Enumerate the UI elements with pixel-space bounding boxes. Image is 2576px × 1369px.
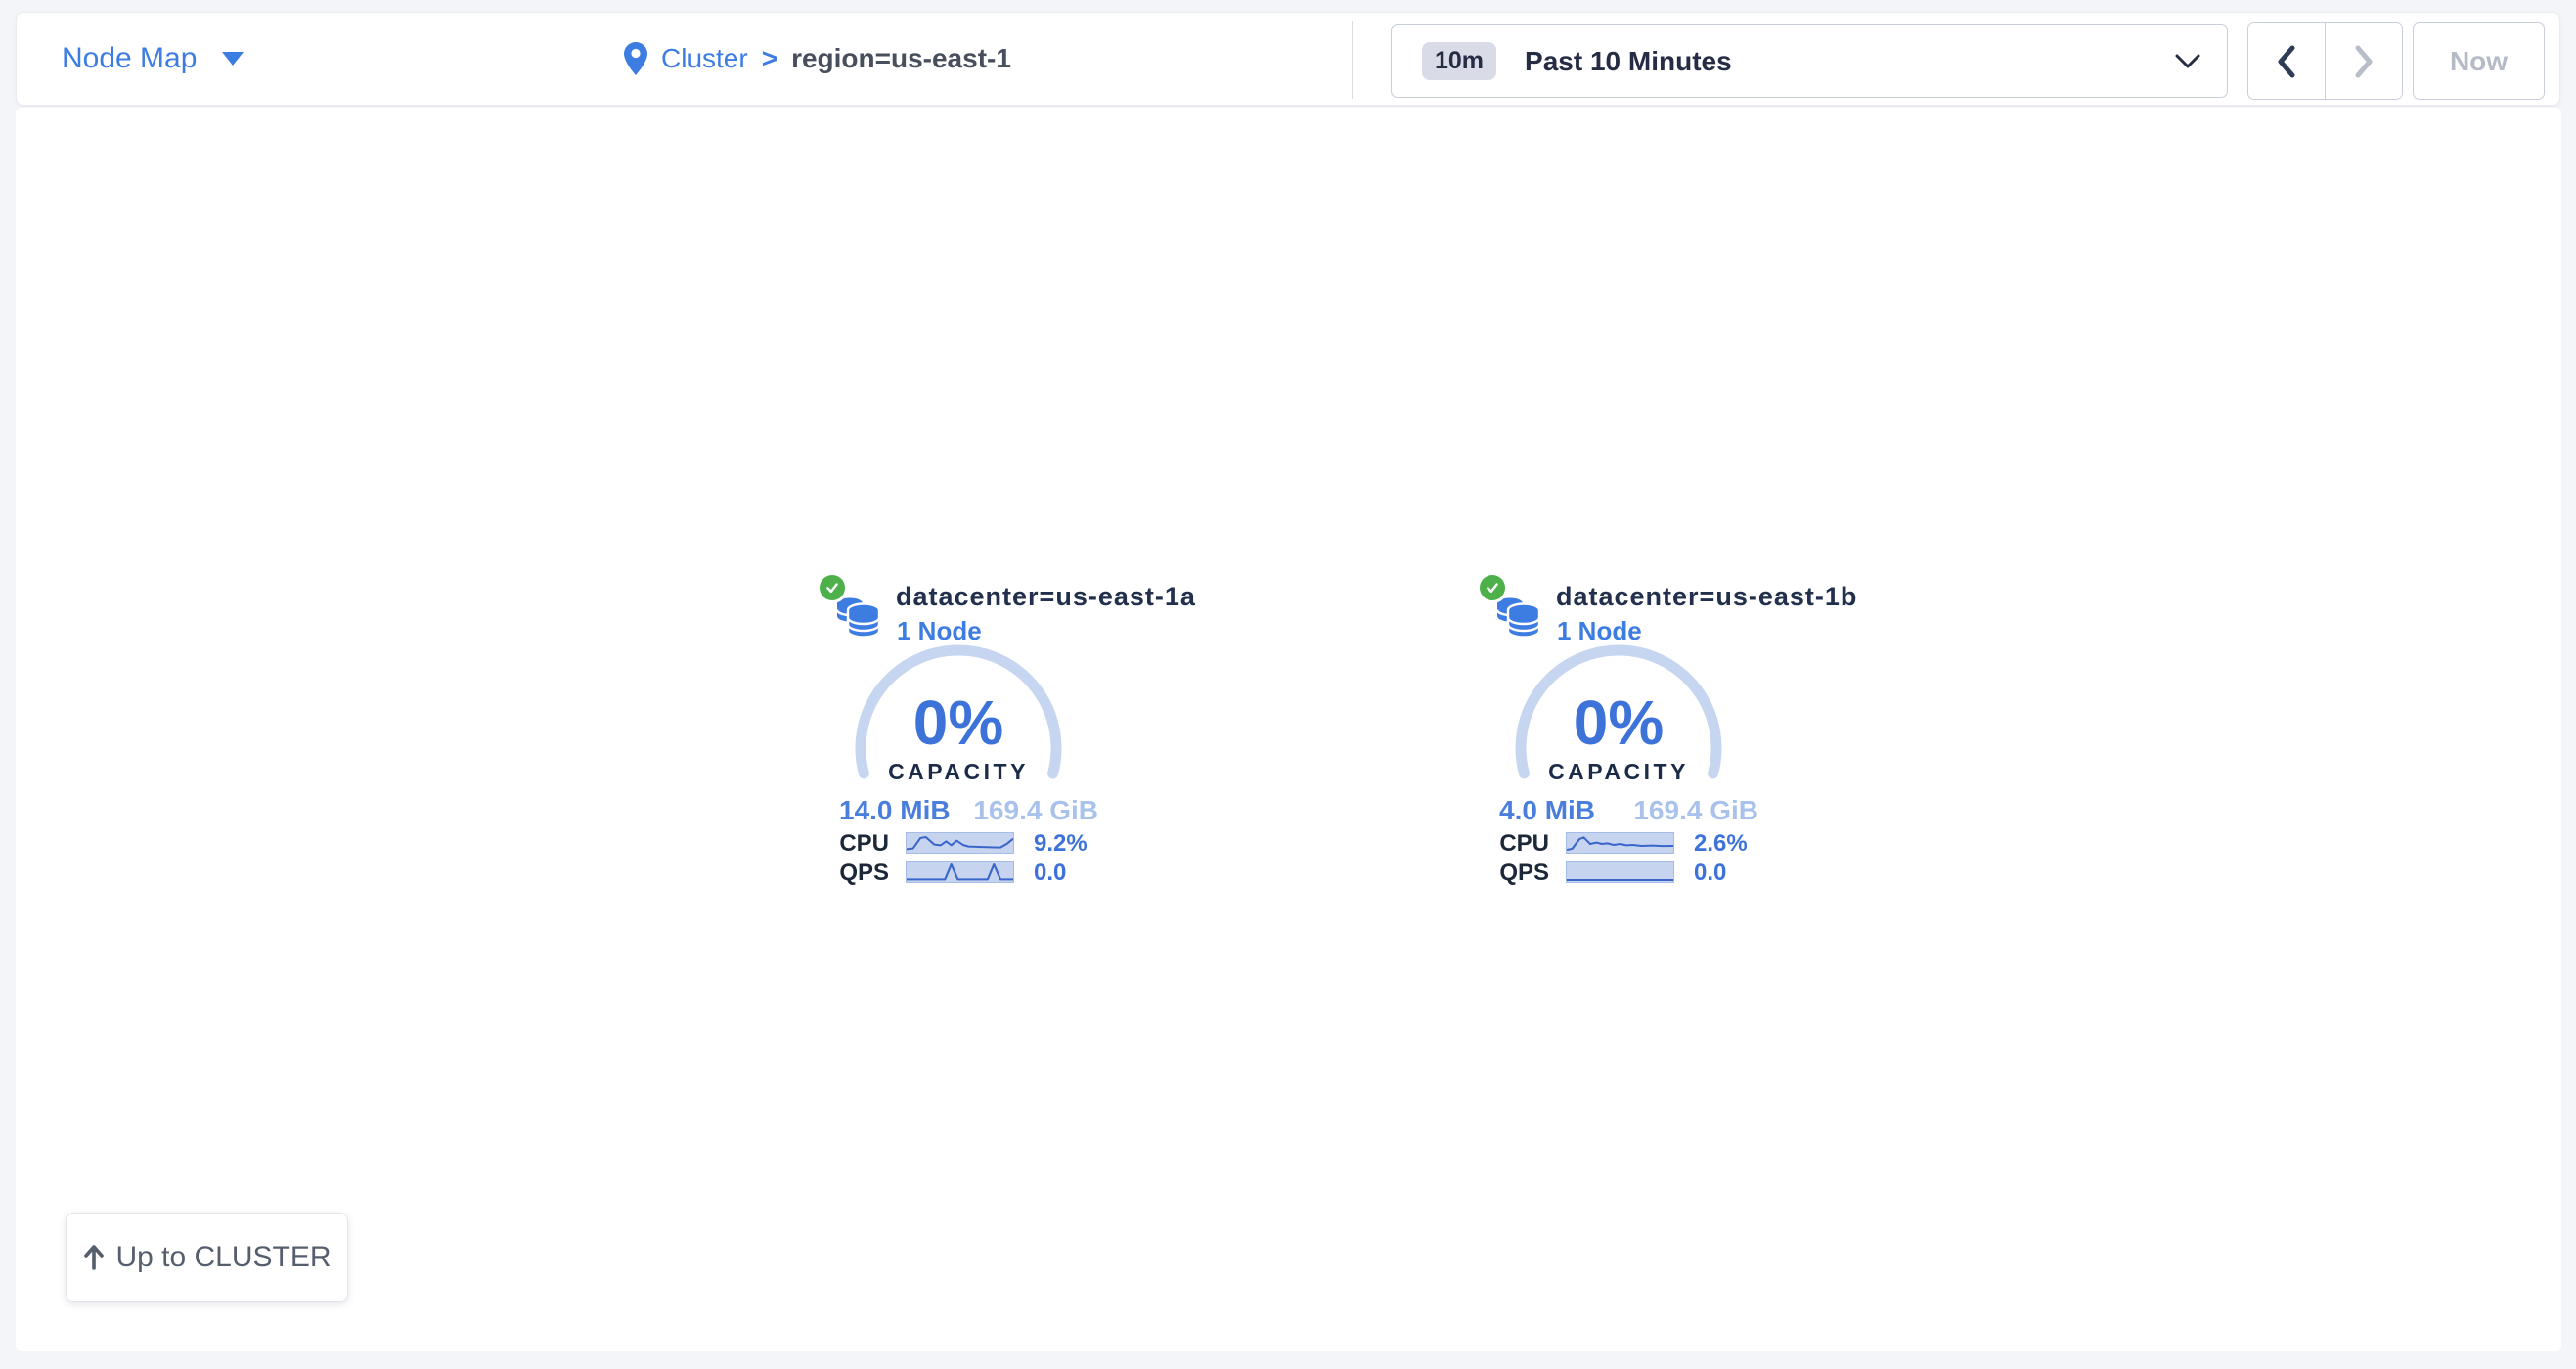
capacity-row: 14.0 MiB 169.4 GiB: [820, 795, 1103, 826]
chevron-left-icon: [2276, 45, 2297, 78]
cpu-metric-row: CPU 2.6%: [1480, 832, 1763, 856]
qps-sparkline: [906, 861, 1014, 883]
capacity-percent: 0%: [1511, 691, 1726, 754]
breadcrumb-cluster-link[interactable]: Cluster: [661, 43, 748, 74]
capacity-row: 4.0 MiB 169.4 GiB: [1480, 795, 1763, 826]
locality-name: datacenter=us-east-1b: [1556, 582, 1857, 612]
cpu-metric-row: CPU 9.2%: [820, 832, 1103, 856]
view-mode-label: Node Map: [62, 42, 197, 75]
time-prev-button[interactable]: [2248, 23, 2325, 99]
breadcrumb-separator: >: [762, 43, 777, 74]
capacity-total: 169.4 GiB: [1633, 795, 1758, 826]
arrow-up-icon: [82, 1244, 106, 1271]
cpu-value: 9.2%: [1034, 832, 1088, 856]
node-map-canvas: datacenter=us-east-1a 1 Node 0% CAPACITY…: [16, 108, 2561, 1351]
qps-metric-row: QPS 0.0: [820, 861, 1103, 885]
capacity-percent: 0%: [851, 691, 1066, 754]
node-map-screen: Node Map Cluster > region=us-east-1 10m …: [0, 0, 2576, 1369]
time-window-badge: 10m: [1422, 42, 1496, 80]
cpu-value: 2.6%: [1694, 832, 1748, 856]
capacity-caption: CAPACITY: [1511, 759, 1726, 785]
now-button[interactable]: Now: [2413, 22, 2545, 100]
chevron-right-icon: [2353, 45, 2375, 78]
location-pin-icon: [624, 42, 647, 75]
database-icon: [1496, 594, 1541, 639]
database-icon: [836, 594, 881, 639]
qps-value: 0.0: [1034, 861, 1066, 885]
healthy-status-icon: [820, 575, 845, 600]
locality-name: datacenter=us-east-1a: [896, 582, 1196, 612]
breadcrumb: Cluster > region=us-east-1: [624, 13, 1011, 105]
time-nav: [2247, 22, 2403, 100]
capacity-used: 4.0 MiB: [1499, 795, 1595, 826]
time-window-label: Past 10 Minutes: [1525, 46, 1732, 77]
cpu-label: CPU: [1480, 832, 1549, 856]
cpu-sparkline: [1566, 832, 1674, 854]
view-mode-dropdown[interactable]: Node Map: [62, 13, 244, 105]
cpu-sparkline: [906, 832, 1014, 854]
cpu-label: CPU: [820, 832, 889, 856]
locality-card-us-east-1b[interactable]: datacenter=us-east-1b 1 Node 0% CAPACITY…: [1480, 572, 1763, 900]
qps-sparkline: [1566, 861, 1674, 883]
capacity-used: 14.0 MiB: [839, 795, 951, 826]
time-next-button[interactable]: [2325, 23, 2402, 99]
capacity-caption: CAPACITY: [851, 759, 1066, 785]
locality-card-us-east-1a[interactable]: datacenter=us-east-1a 1 Node 0% CAPACITY…: [820, 572, 1103, 900]
healthy-status-icon: [1480, 575, 1505, 600]
qps-metric-row: QPS 0.0: [1480, 861, 1763, 885]
time-window-dropdown[interactable]: 10m Past 10 Minutes: [1391, 24, 2228, 98]
qps-label: QPS: [820, 861, 889, 885]
capacity-total: 169.4 GiB: [973, 795, 1098, 826]
header-bar: Node Map Cluster > region=us-east-1 10m …: [16, 12, 2560, 106]
breadcrumb-current: region=us-east-1: [791, 43, 1011, 74]
caret-down-icon: [222, 52, 244, 66]
qps-label: QPS: [1480, 861, 1549, 885]
up-to-cluster-button[interactable]: Up to CLUSTER: [66, 1213, 348, 1302]
qps-value: 0.0: [1694, 861, 1726, 885]
chevron-down-icon: [2175, 54, 2200, 69]
header-divider: [1352, 21, 1353, 99]
up-to-cluster-label: Up to CLUSTER: [115, 1241, 331, 1274]
